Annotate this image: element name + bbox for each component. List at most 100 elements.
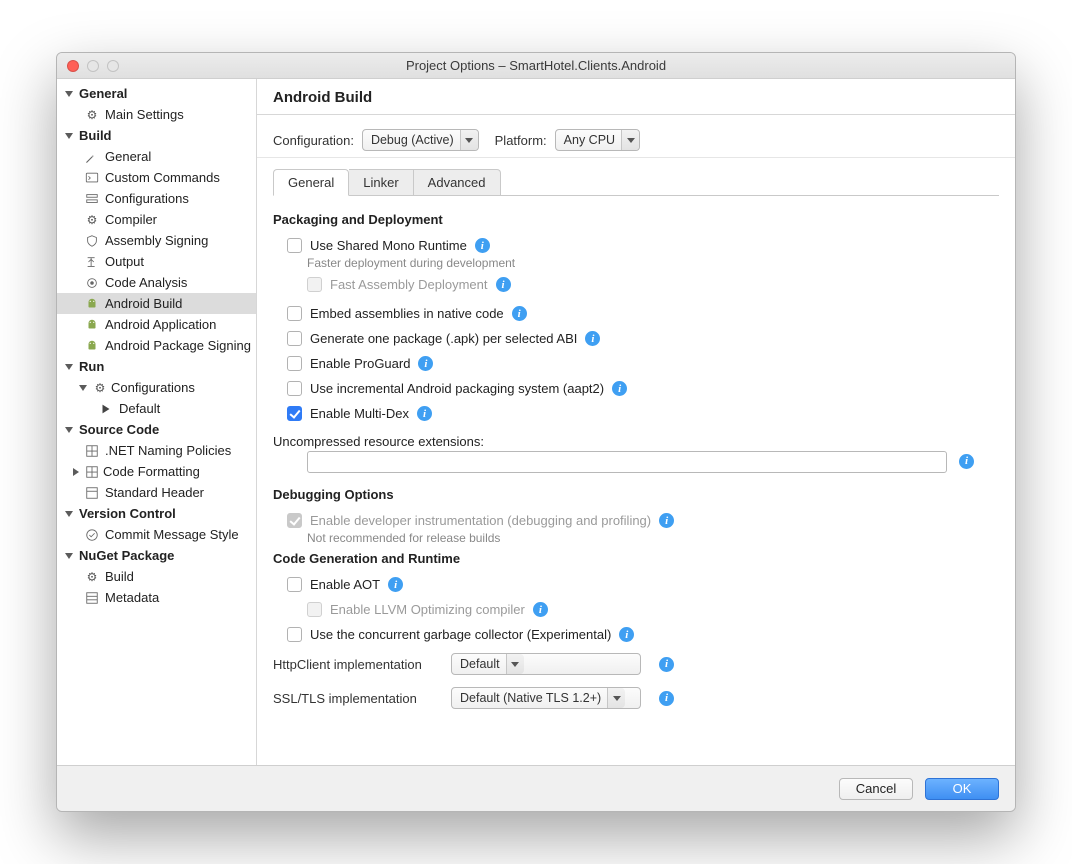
sidebar-item-android-application[interactable]: Android Application [57, 314, 256, 335]
sidebar-item-label: Configurations [105, 191, 189, 206]
option-enable-llvm[interactable]: Enable LLVM Optimizing compiler [273, 597, 999, 622]
info-icon[interactable] [659, 513, 674, 528]
sidebar-item-code-analysis[interactable]: Code Analysis [57, 272, 256, 293]
sidebar-item-nuget-build[interactable]: ⚙ Build [57, 566, 256, 587]
sidebar-tree[interactable]: General ⚙ Main Settings Build General [57, 79, 257, 765]
section-packaging: Packaging and Deployment [273, 212, 999, 227]
chevron-down-icon [607, 688, 625, 708]
info-icon[interactable] [388, 577, 403, 592]
sidebar-item-default-config[interactable]: Default [57, 398, 256, 419]
ssltls-select[interactable]: Default (Native TLS 1.2+) [451, 687, 641, 709]
info-icon[interactable] [619, 627, 634, 642]
stack-icon [85, 192, 99, 206]
info-icon[interactable] [585, 331, 600, 346]
info-icon[interactable] [418, 356, 433, 371]
sidebar-item-configurations[interactable]: Configurations [57, 188, 256, 209]
main-header: Android Build [257, 79, 1015, 115]
checkbox[interactable] [287, 238, 302, 253]
checkbox[interactable] [287, 356, 302, 371]
sidebar-item-main-settings[interactable]: ⚙ Main Settings [57, 104, 256, 125]
sidebar-item-android-package-signing[interactable]: Android Package Signing [57, 335, 256, 356]
sidebar-item-standard-header[interactable]: Standard Header [57, 482, 256, 503]
maximize-window-icon[interactable] [107, 60, 119, 72]
info-icon[interactable] [533, 602, 548, 617]
sidebar-item-android-build[interactable]: Android Build [57, 293, 256, 314]
option-enable-proguard[interactable]: Enable ProGuard [273, 351, 999, 376]
tree-group-nuget[interactable]: NuGet Package [57, 545, 256, 566]
cancel-button[interactable]: Cancel [839, 778, 913, 800]
tab-linker[interactable]: Linker [349, 169, 413, 196]
option-embed-assemblies[interactable]: Embed assemblies in native code [273, 301, 999, 326]
tree-group-general[interactable]: General [57, 83, 256, 104]
titlebar: Project Options – SmartHotel.Clients.And… [57, 53, 1015, 79]
sidebar-item-custom-commands[interactable]: Custom Commands [57, 167, 256, 188]
close-window-icon[interactable] [67, 60, 79, 72]
option-fast-assembly[interactable]: Fast Assembly Deployment [273, 272, 999, 297]
option-one-apk-per-abi[interactable]: Generate one package (.apk) per selected… [273, 326, 999, 351]
platform-label: Platform: [495, 133, 547, 148]
option-label: Enable AOT [310, 577, 380, 592]
android-icon [85, 339, 99, 353]
httpclient-select[interactable]: Default [451, 653, 641, 675]
sidebar-item-code-formatting[interactable]: Code Formatting [57, 461, 256, 482]
checkbox[interactable] [287, 577, 302, 592]
option-enable-aot[interactable]: Enable AOT [273, 572, 999, 597]
sidebar-item-build-general[interactable]: General [57, 146, 256, 167]
option-label: Enable developer instrumentation (debugg… [310, 513, 651, 528]
button-label: Cancel [856, 781, 896, 796]
sidebar-item-label: Build [105, 569, 134, 584]
checkbox[interactable] [287, 331, 302, 346]
option-label: Enable ProGuard [310, 356, 410, 371]
row-httpclient: HttpClient implementation Default [273, 647, 999, 681]
sidebar-item-label: Assembly Signing [105, 233, 208, 248]
option-label: Use Shared Mono Runtime [310, 238, 467, 253]
option-concurrent-gc[interactable]: Use the concurrent garbage collector (Ex… [273, 622, 999, 647]
info-icon[interactable] [417, 406, 432, 421]
tree-group-build[interactable]: Build [57, 125, 256, 146]
info-icon[interactable] [496, 277, 511, 292]
android-icon [85, 318, 99, 332]
tree-group-source-code[interactable]: Source Code [57, 419, 256, 440]
tree-group-run[interactable]: Run [57, 356, 256, 377]
sidebar-item-net-naming-policies[interactable]: .NET Naming Policies [57, 440, 256, 461]
option-shared-mono[interactable]: Use Shared Mono Runtime [273, 233, 999, 258]
option-label: Embed assemblies in native code [310, 306, 504, 321]
dialog-footer: Cancel OK [57, 765, 1015, 811]
gears-icon: ⚙ [85, 213, 99, 227]
grid-icon [85, 444, 99, 458]
sidebar-item-output[interactable]: Output [57, 251, 256, 272]
sidebar-item-run-configurations[interactable]: ⚙ Configurations [57, 377, 256, 398]
platform-select[interactable]: Any CPU [555, 129, 640, 151]
checkbox[interactable] [287, 406, 302, 421]
info-icon[interactable] [659, 657, 674, 672]
uncompressed-input[interactable] [307, 451, 947, 473]
info-icon[interactable] [475, 238, 490, 253]
configuration-select[interactable]: Debug (Active) [362, 129, 479, 151]
info-icon[interactable] [959, 454, 974, 469]
option-enable-multidex[interactable]: Enable Multi-Dex [273, 401, 999, 426]
gear-icon: ⚙ [85, 570, 99, 584]
info-icon[interactable] [659, 691, 674, 706]
ok-button[interactable]: OK [925, 778, 999, 800]
sidebar-item-compiler[interactable]: ⚙ Compiler [57, 209, 256, 230]
checkbox[interactable] [287, 627, 302, 642]
sidebar-item-assembly-signing[interactable]: Assembly Signing [57, 230, 256, 251]
tree-group-label: NuGet Package [79, 548, 174, 563]
option-label: Fast Assembly Deployment [330, 277, 488, 292]
tree-group-label: Build [79, 128, 112, 143]
minimize-window-icon[interactable] [87, 60, 99, 72]
sidebar-item-nuget-metadata[interactable]: Metadata [57, 587, 256, 608]
checkbox[interactable] [287, 306, 302, 321]
sidebar-item-commit-message-style[interactable]: Commit Message Style [57, 524, 256, 545]
tab-advanced[interactable]: Advanced [414, 169, 501, 196]
info-icon[interactable] [512, 306, 527, 321]
tree-group-version-control[interactable]: Version Control [57, 503, 256, 524]
window-body: General ⚙ Main Settings Build General [57, 79, 1015, 765]
sidebar-item-label: Configurations [111, 380, 195, 395]
tab-general[interactable]: General [273, 169, 349, 196]
terminal-icon [85, 171, 99, 185]
info-icon[interactable] [612, 381, 627, 396]
select-value: Default (Native TLS 1.2+) [460, 691, 601, 705]
option-aapt2[interactable]: Use incremental Android packaging system… [273, 376, 999, 401]
checkbox[interactable] [287, 381, 302, 396]
